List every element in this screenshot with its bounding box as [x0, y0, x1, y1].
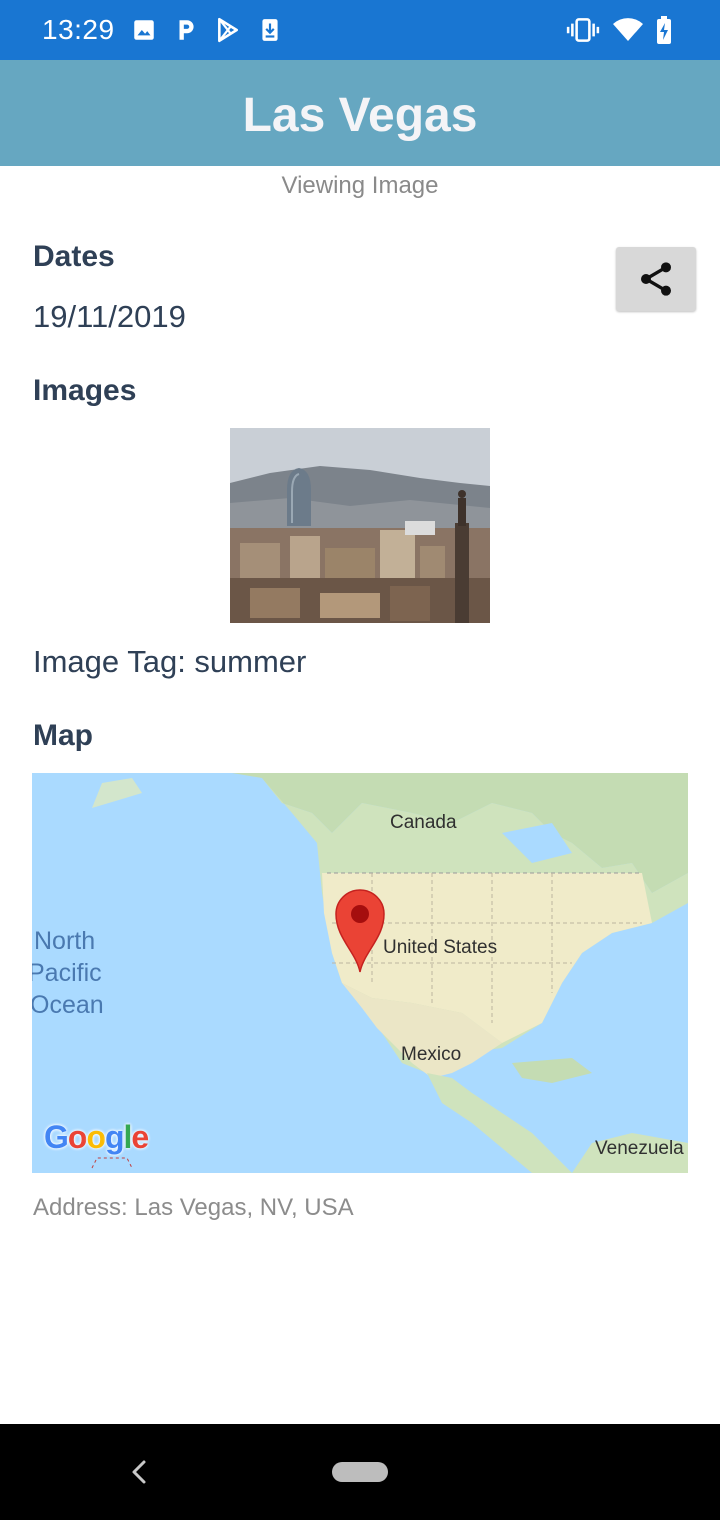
- download-icon: [257, 16, 283, 44]
- google-logo: Google: [44, 1119, 149, 1155]
- images-heading: Images: [33, 374, 137, 407]
- battery-charging-icon: [655, 16, 673, 44]
- date-value: 19/11/2019: [33, 299, 186, 334]
- wifi-icon: [612, 16, 644, 44]
- dates-heading: Dates: [33, 240, 115, 273]
- app-bar: Las Vegas: [0, 60, 720, 166]
- map-label-canada: Canada: [390, 812, 457, 833]
- map-label-mexico: Mexico: [401, 1044, 462, 1065]
- share-button[interactable]: [616, 247, 696, 311]
- city-photo[interactable]: [230, 428, 490, 623]
- map-label-ocean-3: Ocean: [32, 991, 104, 1019]
- p-app-icon: [173, 16, 199, 44]
- map-label-venezuela: Venezuela: [595, 1138, 684, 1159]
- back-chevron-icon[interactable]: [126, 1454, 152, 1490]
- page-title: Las Vegas: [242, 89, 478, 142]
- home-pill-button[interactable]: [332, 1462, 388, 1482]
- location-map[interactable]: Canada United States Mexico Venezuela No…: [32, 773, 688, 1173]
- image-icon: [131, 16, 157, 44]
- viewing-subtitle: Viewing Image: [281, 172, 439, 199]
- address-text: Address: Las Vegas, NV, USA: [33, 1194, 354, 1221]
- map-label-united-states: United States: [383, 937, 498, 958]
- map-heading: Map: [33, 719, 93, 752]
- play-store-icon: [215, 16, 241, 44]
- location-pin-icon[interactable]: [334, 886, 386, 974]
- image-tag: Image Tag: summer: [33, 644, 307, 679]
- map-label-ocean-1: North: [34, 927, 96, 955]
- share-icon: [641, 262, 671, 296]
- map-label-ocean-2: Pacific: [32, 959, 102, 987]
- vibrate-icon: [566, 16, 600, 44]
- status-bar: 13:29: [0, 0, 720, 60]
- status-time: 13:29: [42, 14, 115, 45]
